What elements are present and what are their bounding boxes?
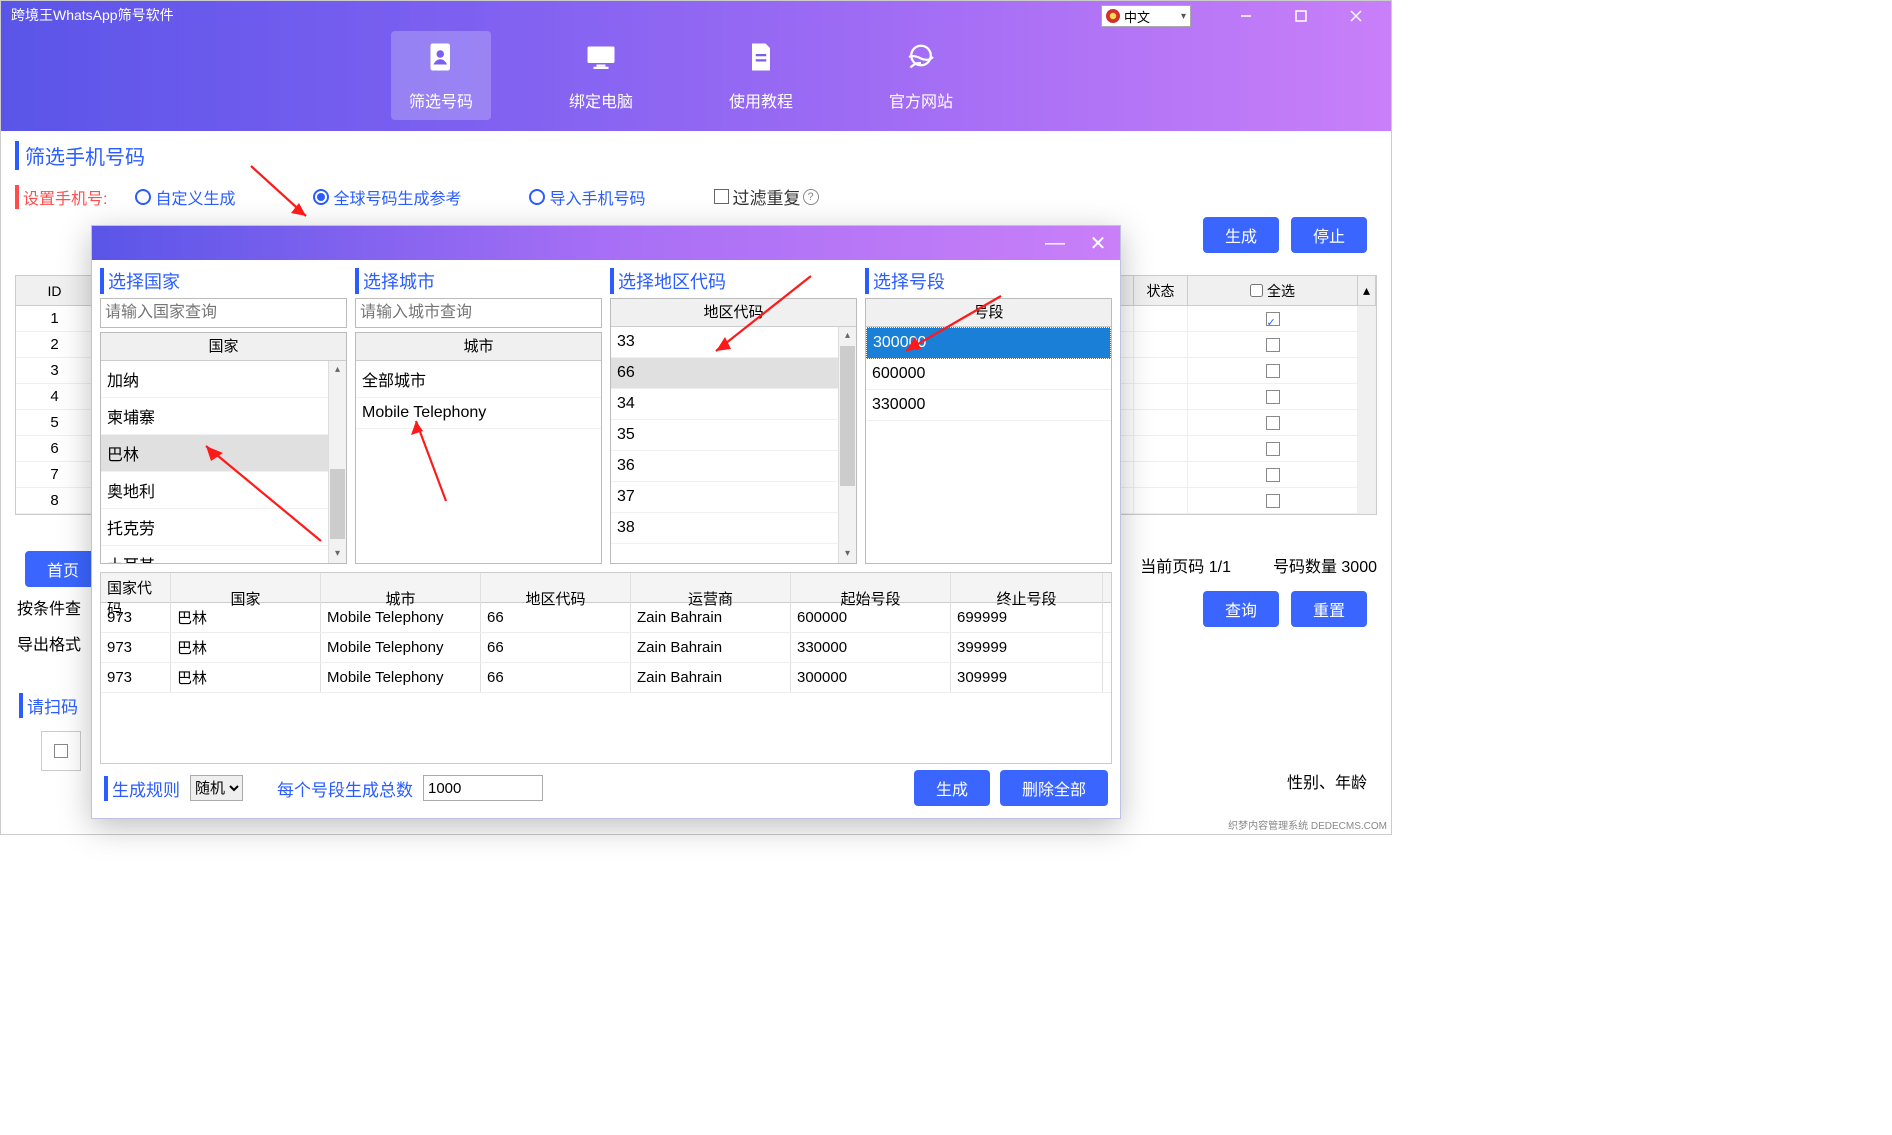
language-select[interactable]: 中文 ▾ [1101, 5, 1191, 27]
side-text: 性别、年龄 [1287, 769, 1367, 793]
list-item[interactable]: 38 [611, 513, 856, 544]
list-item[interactable]: 34 [611, 389, 856, 420]
modal-delete-all-button[interactable]: 删除全部 [1000, 770, 1108, 806]
nav-bind-label: 绑定电脑 [569, 94, 633, 111]
city-title: 选择城市 [355, 268, 602, 294]
list-item[interactable]: 土耳其 [101, 546, 346, 564]
area-list[interactable]: 地区代码 33663435363738 ▴▾ [610, 298, 857, 564]
generate-button[interactable]: 生成 [1203, 217, 1279, 253]
app-header: 跨境王WhatsApp筛号软件 中文 ▾ 筛选号码 绑定电脑 使用教程 [1, 1, 1391, 131]
nav-filter-label: 筛选号码 [409, 94, 473, 111]
list-item[interactable]: 36 [611, 451, 856, 482]
perseg-input[interactable] [423, 775, 543, 801]
globe-icon [871, 39, 971, 80]
city-search-input[interactable] [355, 298, 602, 328]
contacts-icon [391, 39, 491, 80]
filter-dup-check[interactable]: 过滤重复? [714, 184, 819, 209]
city-list[interactable]: 城市 全部城市Mobile Telephony [355, 332, 602, 564]
close-button[interactable] [1328, 4, 1383, 28]
list-item[interactable]: 66 [611, 358, 856, 389]
list-item[interactable]: 托克劳 [101, 509, 346, 546]
scroll-up-icon[interactable]: ▴ [1358, 276, 1376, 305]
global-ref-dialog: — ✕ 选择国家 国家 加纳柬埔寨巴林奥地利托克劳土耳其 ▴▾ 选择城市 [91, 225, 1121, 819]
list-item[interactable]: 33 [611, 327, 856, 358]
country-title: 选择国家 [100, 268, 347, 294]
nav-website-label: 官方网站 [889, 94, 953, 111]
list-item[interactable]: 巴林 [101, 435, 346, 472]
col-id[interactable]: ID [16, 276, 94, 305]
country-list[interactable]: 国家 加纳柬埔寨巴林奥地利托克劳土耳其 ▴▾ [100, 332, 347, 564]
cond-label: 按条件查 [17, 595, 81, 619]
nav-tutorial-label: 使用教程 [729, 94, 793, 111]
seg-list[interactable]: 号段 300000600000330000 [865, 298, 1112, 564]
section-title: 筛选手机号码 [15, 141, 1377, 170]
list-item[interactable]: 加纳 [101, 361, 346, 398]
nav-filter[interactable]: 筛选号码 [391, 31, 491, 120]
list-item[interactable]: 奥地利 [101, 472, 346, 509]
radio-custom[interactable]: 自定义生成 [135, 185, 235, 209]
chevron-down-icon: ▾ [1181, 11, 1186, 22]
list-item[interactable]: 全部城市 [356, 361, 601, 398]
minimize-button[interactable] [1218, 4, 1273, 28]
help-icon[interactable]: ? [803, 189, 819, 205]
list-item[interactable]: Mobile Telephony [356, 398, 601, 429]
reset-button[interactable]: 重置 [1291, 591, 1367, 627]
scan-checkbox[interactable] [41, 731, 81, 771]
list-item[interactable]: 300000 [866, 327, 1111, 359]
home-button[interactable]: 首页 [25, 551, 101, 587]
flag-icon [1106, 9, 1120, 23]
monitor-icon [551, 39, 651, 80]
query-button[interactable]: 查询 [1203, 591, 1279, 627]
list-item[interactable]: 35 [611, 420, 856, 451]
seg-title: 选择号段 [865, 268, 1112, 294]
rule-label: 生成规则 [104, 776, 180, 801]
nav-bind[interactable]: 绑定电脑 [551, 31, 651, 120]
radio-global[interactable]: 全球号码生成参考 [313, 185, 461, 209]
dialog-minimize-button[interactable]: — [1035, 226, 1075, 260]
table-row[interactable]: 973巴林Mobile Telephony66Zain Bahrain60000… [101, 603, 1111, 633]
list-item[interactable]: 600000 [866, 359, 1111, 390]
nav-website[interactable]: 官方网站 [871, 31, 971, 120]
table-row[interactable]: 973巴林Mobile Telephony66Zain Bahrain33000… [101, 633, 1111, 663]
radio-import[interactable]: 导入手机号码 [529, 185, 645, 209]
modal-generate-button[interactable]: 生成 [914, 770, 990, 806]
area-title: 选择地区代码 [610, 268, 857, 294]
country-scrollbar[interactable]: ▴▾ [328, 361, 346, 563]
export-label: 导出格式 [17, 631, 81, 655]
scan-label: 请扫码 [19, 693, 78, 718]
dialog-close-button[interactable]: ✕ [1078, 226, 1118, 260]
result-table: 国家代码 国家 城市 地区代码 运营商 起始号段 终止号段 973巴林Mobil… [100, 572, 1112, 764]
country-search-input[interactable] [100, 298, 347, 328]
list-item[interactable]: 330000 [866, 390, 1111, 421]
count-info: 号码数量 3000 [1273, 553, 1377, 577]
col-status[interactable]: 状态 [1134, 276, 1188, 305]
list-item[interactable]: 37 [611, 482, 856, 513]
set-phone-label: 设置手机号: [15, 185, 107, 209]
document-icon [711, 39, 811, 80]
dialog-titlebar[interactable]: — ✕ [92, 226, 1120, 260]
col-all[interactable]: 全选 [1188, 276, 1358, 305]
page-info: 当前页码 1/1 [1140, 553, 1231, 577]
maximize-button[interactable] [1273, 4, 1328, 28]
stop-button[interactable]: 停止 [1291, 217, 1367, 253]
watermark: 织梦内容管理系统 DEDECMS.COM [1228, 821, 1387, 832]
list-item[interactable]: 柬埔寨 [101, 398, 346, 435]
perseg-label: 每个号段生成总数 [273, 776, 413, 801]
table-row[interactable]: 973巴林Mobile Telephony66Zain Bahrain30000… [101, 663, 1111, 693]
nav-tutorial[interactable]: 使用教程 [711, 31, 811, 120]
language-label: 中文 [1124, 7, 1150, 26]
area-scrollbar[interactable]: ▴▾ [838, 327, 856, 563]
rule-select[interactable]: 随机 [190, 775, 243, 801]
